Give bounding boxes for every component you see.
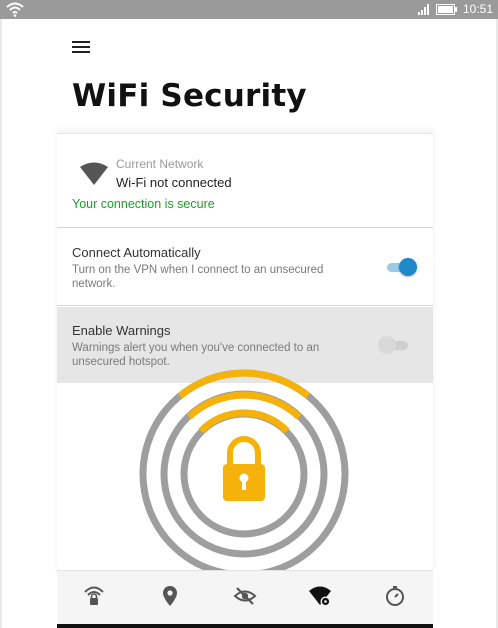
connection-status: Your connection is secure bbox=[72, 197, 215, 211]
divider bbox=[57, 305, 433, 306]
status-time: 10:51 bbox=[463, 2, 494, 16]
padlock-icon bbox=[223, 436, 265, 501]
current-network-label: Current Network bbox=[116, 157, 204, 171]
timer-icon[interactable] bbox=[383, 584, 407, 608]
eye-off-icon[interactable] bbox=[233, 584, 257, 608]
status-bar: 10:51 bbox=[0, 0, 498, 19]
left-edge bbox=[0, 19, 2, 628]
enable-warnings-title: Enable Warnings bbox=[72, 323, 171, 338]
location-pin-icon[interactable] bbox=[158, 584, 182, 608]
menu-button[interactable] bbox=[72, 39, 92, 55]
divider bbox=[57, 227, 433, 228]
page-title: WiFi Security bbox=[72, 78, 307, 114]
bottom-edge bbox=[57, 624, 433, 628]
wifi-settings-icon[interactable] bbox=[308, 584, 332, 608]
signal-icon bbox=[418, 4, 429, 15]
connect-automatically-title: Connect Automatically bbox=[72, 245, 201, 260]
connect-automatically-description: Turn on the VPN when I connect to an uns… bbox=[72, 264, 324, 290]
connect-automatically-toggle[interactable] bbox=[385, 258, 419, 276]
battery-icon bbox=[436, 4, 457, 15]
wifi-network-icon bbox=[80, 162, 108, 185]
current-network-value: Wi-Fi not connected bbox=[116, 175, 232, 190]
wifi-lock-icon[interactable] bbox=[82, 584, 106, 608]
secure-lock-graphic bbox=[139, 369, 349, 573]
wifi-icon bbox=[6, 2, 24, 17]
enable-warnings-toggle[interactable] bbox=[378, 336, 412, 354]
